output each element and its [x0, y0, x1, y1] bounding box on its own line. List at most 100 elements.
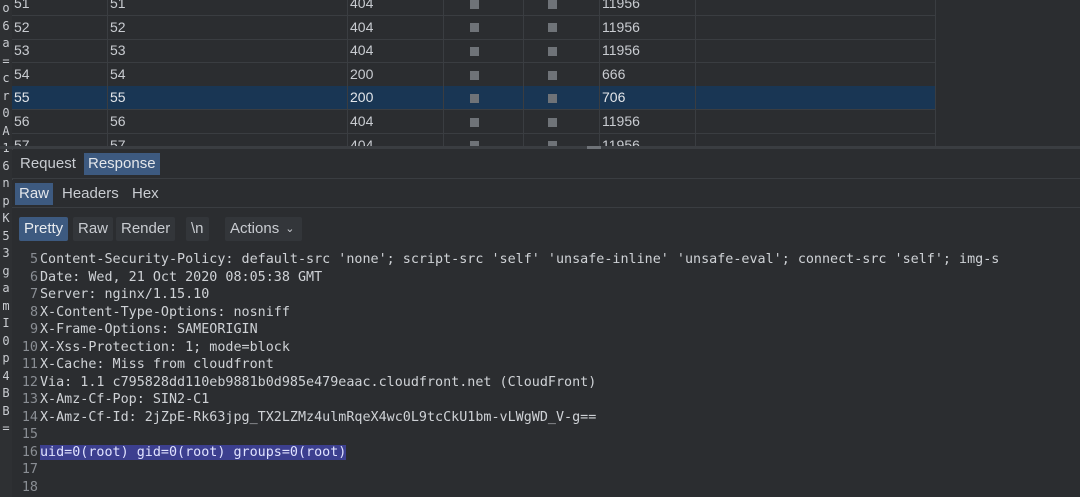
code-line: 12 Via: 1.1 c795828dd110eb9881b0d985e479e…	[12, 374, 596, 392]
row-id-cell: 57	[12, 133, 108, 146]
line-text: Via: 1.1 c795828dd110eb9881b0d985e479eaa…	[40, 374, 597, 390]
comment-cell	[696, 133, 936, 146]
error-cell	[444, 110, 524, 133]
checkbox-indicator-icon	[470, 23, 479, 33]
line-text: X-Frame-Options: SAMEORIGIN	[40, 322, 258, 337]
left-strip-char: 3	[2, 246, 10, 260]
row-id-cell: 54	[12, 62, 108, 86]
status-cell: 404	[348, 0, 444, 15]
left-strip-char: n	[2, 176, 10, 190]
payload-cell: 52	[108, 15, 348, 39]
checkbox-indicator-icon	[470, 94, 479, 104]
left-strip-char: K	[2, 211, 10, 225]
table-row[interactable]: 53 53 404 11956	[12, 39, 936, 64]
payload-cell: 53	[108, 39, 348, 63]
code-line: 13 X-Amz-Cf-Pop: SIN2-C1	[12, 391, 209, 409]
table-row[interactable]: 55 55 200 706	[12, 86, 936, 111]
left-strip-char	[0, 438, 12, 456]
table-row[interactable]: 57 57 404 11956	[12, 133, 936, 146]
row-id-cell: 56	[12, 110, 108, 133]
comment-cell	[696, 0, 936, 15]
line-number: 5	[29, 252, 38, 267]
code-line: 9 X-Frame-Options: SAMEORIGIN	[12, 321, 258, 339]
table-row[interactable]: 51 51 404 11956	[12, 0, 936, 16]
response-editor[interactable]: 5 Content-Security-Policy: default-src 'n…	[12, 250, 1080, 497]
checkbox-indicator-icon	[548, 0, 557, 9]
left-strip-char: 5	[2, 228, 10, 243]
tab-hex[interactable]: Hex	[128, 183, 163, 205]
checkbox-indicator-icon	[470, 70, 479, 80]
timeout-cell	[524, 110, 600, 133]
actions-dropdown[interactable]: Actions ⌄	[225, 217, 303, 241]
view-tabbar: Raw Headers Hex	[12, 180, 1080, 208]
error-cell	[444, 86, 524, 110]
left-strip-char: p	[2, 351, 10, 365]
raw-button[interactable]: Raw	[73, 217, 114, 241]
row-id-cell: 55	[12, 86, 108, 110]
left-strip-char: a	[2, 36, 10, 50]
timeout-cell	[524, 133, 600, 146]
payload-cell: 55	[108, 86, 348, 110]
left-strip-char: o	[2, 1, 10, 15]
timeout-cell	[524, 39, 600, 63]
editor-toolbar: Pretty Raw Render \n Actions ⌄	[12, 208, 1080, 251]
code-line: 15	[12, 426, 40, 444]
checkbox-indicator-icon	[548, 117, 557, 127]
left-strip-char: c	[2, 71, 10, 85]
tab-response[interactable]: Response	[84, 153, 160, 175]
line-number: 9	[29, 322, 38, 337]
line-text: Date: Wed, 21 Oct 2020 08:05:38 GMT	[40, 269, 323, 285]
length-cell: 11956	[600, 133, 696, 146]
line-number: 12	[21, 374, 38, 390]
checkbox-indicator-icon	[548, 70, 557, 80]
newline-toggle-button[interactable]: \n	[186, 217, 209, 241]
line-number: 8	[29, 304, 38, 320]
line-text: uid=0(root) gid=0(root) groups=0(root)	[40, 444, 347, 460]
length-cell: 11956	[600, 39, 696, 63]
tab-request[interactable]: Request	[16, 153, 80, 175]
code-line: 7 Server: nginx/1.15.10	[12, 286, 209, 304]
timeout-cell	[524, 0, 600, 15]
length-cell: 11956	[600, 0, 696, 15]
table-row[interactable]: 56 56 404 11956	[12, 110, 936, 134]
row-id-cell: 52	[12, 15, 108, 39]
left-strip-char: 0	[2, 106, 10, 120]
code-line: 14 X-Amz-Cf-Id: 2jZpE-Rk63jpg_TX2LZMz4ulm…	[12, 409, 596, 427]
error-cell	[444, 0, 524, 15]
payload-cell: 57	[108, 133, 348, 146]
line-text: X-Amz-Cf-Pop: SIN2-C1	[40, 392, 210, 407]
left-strip-char: 0	[2, 333, 10, 348]
left-strip-char: p	[2, 193, 10, 208]
payload-cell: 54	[108, 62, 348, 86]
render-button[interactable]: Render	[116, 217, 176, 241]
line-number: 17	[21, 462, 38, 477]
status-cell: 200	[348, 86, 444, 110]
length-cell: 11956	[600, 110, 696, 133]
table-row[interactable]: 54 54 200 666	[12, 62, 936, 87]
timeout-cell	[524, 86, 600, 110]
left-strip-char: B	[2, 386, 10, 400]
line-number: 13	[21, 392, 38, 407]
checkbox-indicator-icon	[470, 0, 479, 9]
comment-cell	[696, 110, 936, 133]
left-strip-char: 4	[2, 368, 10, 383]
error-cell	[444, 39, 524, 63]
line-text: Server: nginx/1.15.10	[40, 287, 210, 302]
line-number: 10	[21, 339, 38, 355]
length-cell: 666	[600, 62, 696, 86]
left-strip-char: r	[2, 88, 10, 103]
payload-cell: 56	[108, 110, 348, 133]
row-id-cell: 51	[12, 0, 108, 15]
checkbox-indicator-icon	[548, 94, 557, 104]
line-number: 7	[29, 287, 38, 302]
pane-splitter[interactable]	[0, 146, 1080, 149]
code-line: 11 X-Cache: Miss from cloudfront	[12, 356, 274, 374]
tab-headers[interactable]: Headers	[58, 183, 123, 205]
error-cell	[444, 133, 524, 146]
table-row[interactable]: 52 52 404 11956	[12, 15, 936, 40]
results-table[interactable]: 51 51 404 11956 52 52 404 11956 53 53 404 11956 54 54…	[12, 0, 936, 146]
splitter-grip[interactable]	[587, 146, 601, 149]
code-line: 5 Content-Security-Policy: default-src 'n…	[12, 251, 999, 269]
tab-raw[interactable]: Raw	[15, 183, 54, 205]
pretty-button[interactable]: Pretty	[19, 217, 69, 241]
